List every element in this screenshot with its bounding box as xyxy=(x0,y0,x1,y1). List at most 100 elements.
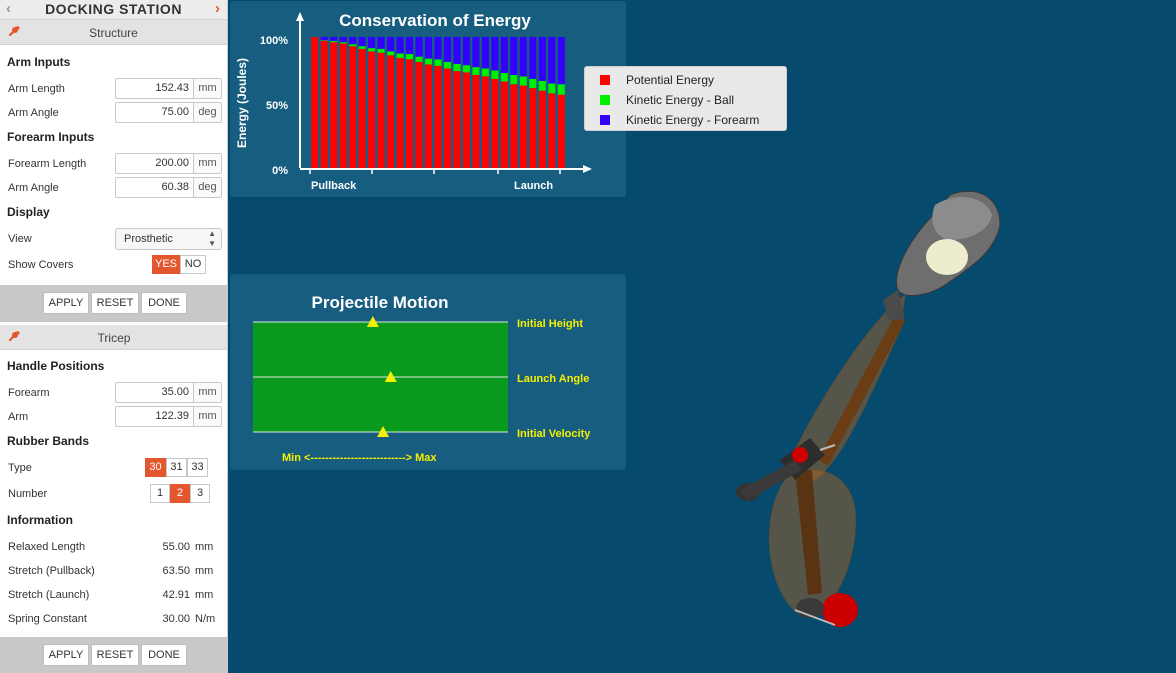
tricep-reset-button[interactable]: RESET xyxy=(91,644,139,666)
forearm-length-value[interactable]: 200.00 xyxy=(116,154,194,173)
forearm-arm-angle-field[interactable]: 60.38 deg xyxy=(115,177,222,198)
legend-label: Kinetic Energy - Ball xyxy=(626,93,735,107)
arm-angle-label: Arm Angle xyxy=(8,107,59,119)
forearm-inputs-heading: Forearm Inputs xyxy=(7,130,95,144)
structure-done-button[interactable]: DONE xyxy=(141,292,187,314)
select-caret-icon: ▲ ▼ xyxy=(208,229,216,248)
band-number-option[interactable]: 3 xyxy=(190,484,210,503)
bar-segment-kinetic-ball xyxy=(358,46,366,49)
arm-angle-field[interactable]: 75.00 deg xyxy=(115,102,222,123)
bar-segment-kinetic-ball xyxy=(462,65,470,73)
y-axis-arrow xyxy=(296,12,304,21)
bar-segment-potential xyxy=(491,78,499,168)
bar-segment-potential xyxy=(358,48,366,168)
bar-segment-kinetic-forearm xyxy=(425,37,432,59)
bar-segment-kinetic-ball xyxy=(349,44,357,47)
bar-segment-kinetic-ball xyxy=(434,59,442,66)
structure-apply-button[interactable]: APPLY xyxy=(43,292,89,314)
arm-inputs-heading: Arm Inputs xyxy=(7,55,71,69)
bar-segment-potential xyxy=(425,64,432,168)
bar-segment-kinetic-ball xyxy=(415,56,423,62)
legend-label: Potential Energy xyxy=(626,73,715,87)
handle-forearm-field[interactable]: 35.00 mm xyxy=(115,382,222,403)
bar-segment-kinetic-ball xyxy=(368,48,376,52)
tricep-apply-button[interactable]: APPLY xyxy=(43,644,89,666)
bar-segment-potential xyxy=(434,65,442,168)
band-number-option[interactable]: 2 xyxy=(170,484,190,503)
bar-segment-potential xyxy=(415,61,423,168)
bar-segment-potential xyxy=(472,75,480,168)
info-unit: mm xyxy=(195,589,214,601)
display-heading: Display xyxy=(7,205,50,219)
structure-title: Structure xyxy=(89,26,138,40)
projectile-sliders: Projectile Motion Initial Height Launch … xyxy=(253,293,591,464)
bar-segment-potential xyxy=(406,59,413,168)
info-unit: N/m xyxy=(195,613,216,625)
bar-segment-potential xyxy=(529,88,537,168)
arm-length-value[interactable]: 152.43 xyxy=(116,79,194,98)
sidebar-title: DOCKING STATION xyxy=(45,1,182,17)
bar-segment-kinetic-forearm xyxy=(368,37,376,49)
bar-segment-potential xyxy=(557,94,565,168)
arm-angle-value[interactable]: 75.00 xyxy=(116,103,194,122)
bar-segment-potential xyxy=(320,40,328,168)
ytick-label: 0% xyxy=(272,165,288,177)
bar-segment-kinetic-forearm xyxy=(358,37,366,47)
bar-segment-kinetic-forearm xyxy=(387,37,395,52)
information-heading: Information xyxy=(7,513,73,527)
sidebar-header: ‹ DOCKING STATION › xyxy=(0,0,227,20)
prosthetic-arm-3d-view[interactable] xyxy=(700,170,1020,650)
structure-section-header[interactable]: Structure xyxy=(0,20,227,45)
bar-segment-kinetic-forearm xyxy=(406,37,413,54)
handle-arm-field[interactable]: 122.39 mm xyxy=(115,406,222,427)
bar-segment-kinetic-forearm xyxy=(462,37,470,66)
projectile-title: Projectile Motion xyxy=(312,293,449,312)
bar-segment-potential xyxy=(500,81,508,168)
bar-segment-potential xyxy=(481,76,489,168)
bar-segment-kinetic-forearm xyxy=(330,37,338,41)
chart-ylabel: Energy (Joules) xyxy=(235,58,249,148)
handle-forearm-value[interactable]: 35.00 xyxy=(116,383,194,402)
bar-segment-kinetic-forearm xyxy=(377,37,385,49)
info-label: Stretch (Pullback) xyxy=(8,565,95,577)
bar-segment-kinetic-ball xyxy=(444,61,451,69)
band-type-option[interactable]: 30 xyxy=(145,458,166,477)
energy-chart: Conservation of Energy Energy (Joules) 1… xyxy=(235,11,592,192)
tricep-done-button[interactable]: DONE xyxy=(141,644,187,666)
tricep-button-bar: APPLY RESET DONE xyxy=(0,637,227,673)
chevron-right-icon[interactable]: › xyxy=(215,0,220,17)
elbow-band-anchor xyxy=(792,447,808,463)
bar-segment-potential xyxy=(339,43,347,168)
bar-segment-kinetic-ball xyxy=(330,40,338,43)
band-number-option[interactable]: 1 xyxy=(150,484,170,503)
info-label: Stretch (Launch) xyxy=(8,589,90,601)
show-covers-label: Show Covers xyxy=(8,259,74,271)
bar-segment-kinetic-ball xyxy=(377,48,385,53)
structure-reset-button[interactable]: RESET xyxy=(91,292,139,314)
bar-segment-potential xyxy=(519,85,527,168)
legend-label: Kinetic Energy - Forearm xyxy=(626,113,760,127)
bar-segment-potential xyxy=(548,93,556,168)
bar-segment-potential xyxy=(462,72,470,168)
view-selected: Prosthetic xyxy=(124,233,173,245)
launch-angle-label: Launch Angle xyxy=(517,373,589,385)
bar-segment-kinetic-ball xyxy=(472,67,480,75)
band-type-selector: 30 31 33 xyxy=(145,458,208,477)
bar-group xyxy=(311,37,565,169)
handle-forearm-label: Forearm xyxy=(8,387,50,399)
arm-length-field[interactable]: 152.43 mm xyxy=(115,78,222,99)
forearm-length-label: Forearm Length xyxy=(8,158,87,170)
show-covers-yes[interactable]: YES xyxy=(152,255,180,274)
handle-arm-value[interactable]: 122.39 xyxy=(116,407,194,426)
band-type-option[interactable]: 33 xyxy=(187,458,208,477)
forearm-arm-angle-value[interactable]: 60.38 xyxy=(116,178,194,197)
bar-segment-potential xyxy=(368,51,376,168)
band-type-option[interactable]: 31 xyxy=(166,458,187,477)
show-covers-no[interactable]: NO xyxy=(180,255,206,274)
tricep-section-header[interactable]: Tricep xyxy=(0,325,227,350)
view-select[interactable]: Prosthetic ▲ ▼ xyxy=(115,228,222,250)
bar-segment-kinetic-forearm xyxy=(415,37,423,57)
bar-segment-kinetic-ball xyxy=(538,80,546,91)
forearm-length-field[interactable]: 200.00 mm xyxy=(115,153,222,174)
initial-velocity-label: Initial Velocity xyxy=(517,428,591,440)
